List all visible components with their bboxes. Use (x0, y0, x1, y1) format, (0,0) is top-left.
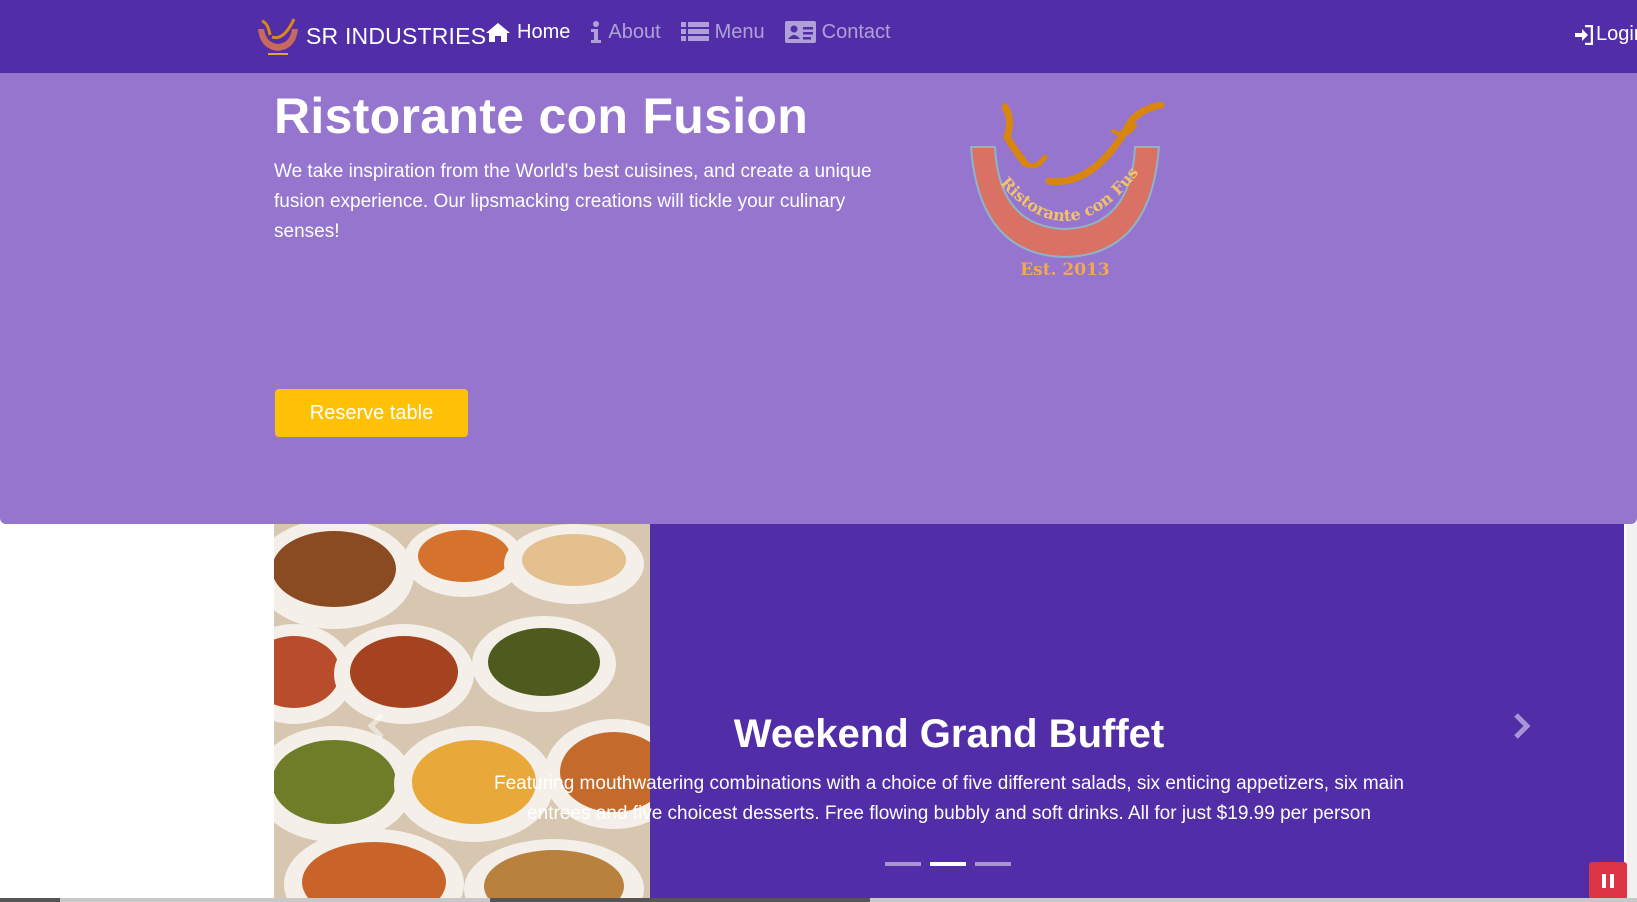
logo-year: Est. 2013 (1020, 260, 1110, 277)
carousel-indicators (885, 862, 1020, 866)
restaurant-logo: Ristorante con Fusion Est. 2013 (965, 97, 1165, 277)
bottom-divider-segment (490, 898, 870, 902)
bottom-divider-segment (0, 898, 60, 902)
navbar: SR INDUSTRIES Home About Menu Contact Lo… (0, 0, 1637, 73)
carousel: Weekend Grand Buffet Featuring mouthwate… (274, 524, 1624, 902)
nav-items: Home About Menu Contact (485, 20, 911, 44)
home-icon (486, 23, 510, 42)
pause-icon (1602, 874, 1614, 888)
carousel-pause-button[interactable] (1589, 862, 1627, 900)
brand-logo-icon (258, 18, 298, 55)
scrollbar[interactable] (1626, 524, 1637, 902)
reserve-table-button[interactable]: Reserve table (275, 389, 468, 437)
nav-item-about[interactable]: About (590, 20, 661, 44)
info-icon (591, 21, 602, 43)
address-card-icon (784, 21, 816, 43)
carousel-next-button[interactable] (1492, 696, 1552, 756)
brand[interactable]: SR INDUSTRIES (254, 14, 486, 58)
carousel-indicator[interactable] (885, 862, 921, 866)
chevron-left-icon (367, 713, 384, 739)
nav-item-about-label: About (608, 20, 661, 43)
nav-item-menu[interactable]: Menu (680, 20, 765, 44)
jumbotron: Ristorante con Fusion We take inspiratio… (0, 73, 1637, 524)
carousel-indicator-active[interactable] (930, 862, 966, 866)
login-label: Login (1596, 23, 1637, 45)
nav-item-contact-label: Contact (821, 20, 891, 43)
nav-item-contact[interactable]: Contact (784, 20, 891, 44)
brand-name: SR INDUSTRIES (306, 22, 487, 49)
list-icon (680, 22, 709, 41)
login-button[interactable]: Login (1575, 23, 1637, 46)
carousel-prev-button[interactable] (346, 696, 406, 756)
nav-item-menu-label: Menu (714, 20, 765, 43)
carousel-indicator[interactable] (975, 862, 1011, 866)
nav-item-home-label: Home (517, 20, 571, 43)
sign-in-icon (1575, 24, 1593, 45)
hero-description: We take inspiration from the World's bes… (274, 161, 872, 242)
chevron-right-icon (1514, 713, 1531, 739)
nav-item-home[interactable]: Home (485, 21, 570, 44)
slide-title: Weekend Grand Buffet (733, 712, 1165, 756)
hero-title: Ristorante con Fusion (274, 88, 809, 144)
slide-description: Featuring mouthwatering combinations wit… (494, 773, 1404, 824)
bottom-divider (0, 898, 1637, 902)
